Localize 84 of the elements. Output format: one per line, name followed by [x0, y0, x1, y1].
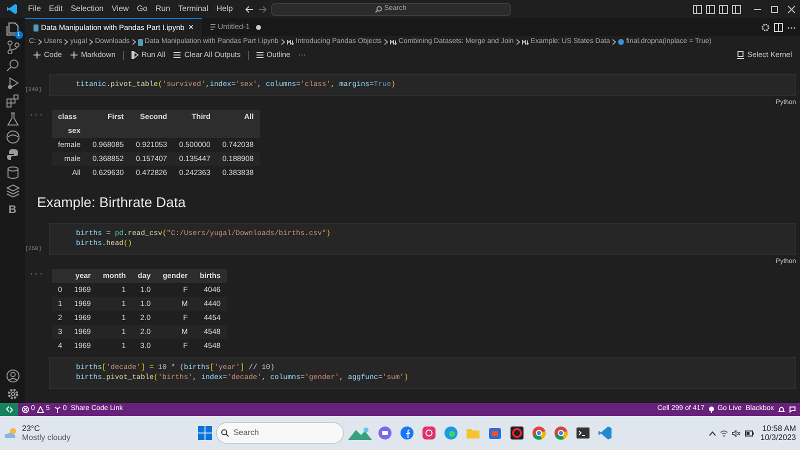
- database-icon[interactable]: [6, 166, 20, 180]
- forward-arrow-icon[interactable]: [258, 4, 267, 14]
- menu-item[interactable]: File: [24, 3, 45, 15]
- taskbar-search[interactable]: Search: [216, 422, 344, 444]
- settings-icon[interactable]: [761, 22, 770, 32]
- notebook-icon: [138, 38, 143, 46]
- vscode-icon[interactable]: [598, 426, 612, 440]
- chat-icon[interactable]: [378, 426, 392, 440]
- browser-icon[interactable]: [6, 130, 20, 144]
- markdown-icon: [522, 40, 529, 44]
- back-arrow-icon[interactable]: [244, 4, 254, 14]
- speaker-muted-icon[interactable]: [732, 430, 742, 436]
- menu-item[interactable]: Terminal: [174, 3, 212, 15]
- facebook-icon[interactable]: [400, 426, 414, 440]
- layout-split-icon[interactable]: [719, 4, 728, 14]
- menu-item[interactable]: View: [108, 3, 133, 15]
- bell-icon[interactable]: [778, 406, 785, 413]
- letter-icon[interactable]: B: [8, 202, 16, 218]
- chevron-up-icon[interactable]: [709, 430, 716, 436]
- chevron-icon: [132, 39, 136, 45]
- server-icon: [737, 51, 744, 59]
- antenna-icon: [54, 406, 61, 413]
- menu-item[interactable]: Edit: [44, 3, 67, 15]
- search-icon: [221, 429, 230, 437]
- warning-icon: [36, 406, 44, 413]
- python-icon[interactable]: [6, 148, 20, 162]
- plus-icon: [70, 51, 78, 59]
- chevron-icon: [64, 39, 68, 45]
- python-cell-icon: [618, 39, 624, 45]
- close-icon[interactable]: [787, 4, 796, 14]
- menu-item[interactable]: Help: [212, 3, 237, 15]
- broadcast-icon: [708, 406, 716, 413]
- run-icon: [130, 51, 139, 59]
- settings-icon[interactable]: [6, 387, 20, 401]
- battery-icon[interactable]: [745, 430, 754, 436]
- branch-icon[interactable]: [6, 40, 20, 54]
- chevron-icon: [384, 39, 388, 45]
- menu-item[interactable]: Selection: [66, 3, 108, 15]
- search-icon: [375, 6, 382, 12]
- menu-item[interactable]: Go: [132, 3, 152, 15]
- vscode-logo-icon: [6, 3, 18, 15]
- section-heading: Example: Birthrate Data: [36, 192, 187, 212]
- chevron-icon: [38, 39, 42, 45]
- layout-grid-icon[interactable]: [732, 4, 741, 14]
- chevron-icon: [516, 39, 520, 45]
- feedback-icon[interactable]: [789, 406, 796, 413]
- output-menu[interactable]: ···: [29, 270, 44, 278]
- layout-sidebar-icon[interactable]: [693, 4, 702, 14]
- chevron-icon: [280, 39, 285, 45]
- remote-glyph-icon: [6, 406, 12, 413]
- maximize-icon[interactable]: [770, 4, 779, 14]
- chrome-icon[interactable]: [554, 426, 568, 440]
- list-icon: [256, 51, 264, 59]
- output-menu[interactable]: ···: [29, 110, 44, 120]
- windows-start-icon[interactable]: [198, 426, 212, 440]
- wifi-icon[interactable]: [720, 430, 728, 436]
- plus-icon: [33, 51, 41, 59]
- markdown-icon: [286, 40, 294, 44]
- search-icon[interactable]: [6, 58, 20, 72]
- store-icon[interactable]: [488, 426, 502, 440]
- extensions-icon[interactable]: [6, 94, 20, 108]
- terminal-icon[interactable]: [576, 426, 590, 440]
- layout-panel-icon[interactable]: [706, 4, 715, 14]
- landscape-icon[interactable]: [348, 426, 372, 440]
- chevron-icon: [89, 39, 94, 45]
- account-icon[interactable]: [6, 369, 20, 383]
- list-icon: [173, 51, 182, 59]
- remote-icon[interactable]: [0, 403, 18, 416]
- run-debug-icon[interactable]: [6, 76, 20, 90]
- menu-item[interactable]: Run: [151, 3, 174, 15]
- error-icon: [22, 406, 29, 413]
- weather-widget[interactable]: 23°C Mostly cloudy: [4, 424, 70, 442]
- camera-app-icon[interactable]: [422, 426, 436, 440]
- file-icon: [210, 23, 216, 31]
- chrome-icon[interactable]: [532, 426, 546, 440]
- notebook-icon: [33, 24, 39, 32]
- chevron-icon: [612, 39, 616, 45]
- layers-icon[interactable]: [6, 184, 20, 198]
- clock[interactable]: 10:58 AM 10/3/2023: [760, 424, 796, 442]
- app-icon[interactable]: [510, 426, 524, 440]
- flask-icon[interactable]: [6, 112, 20, 126]
- files-icon[interactable]: [6, 22, 20, 36]
- markdown-icon: [390, 40, 397, 44]
- split-editor-icon[interactable]: [774, 22, 783, 32]
